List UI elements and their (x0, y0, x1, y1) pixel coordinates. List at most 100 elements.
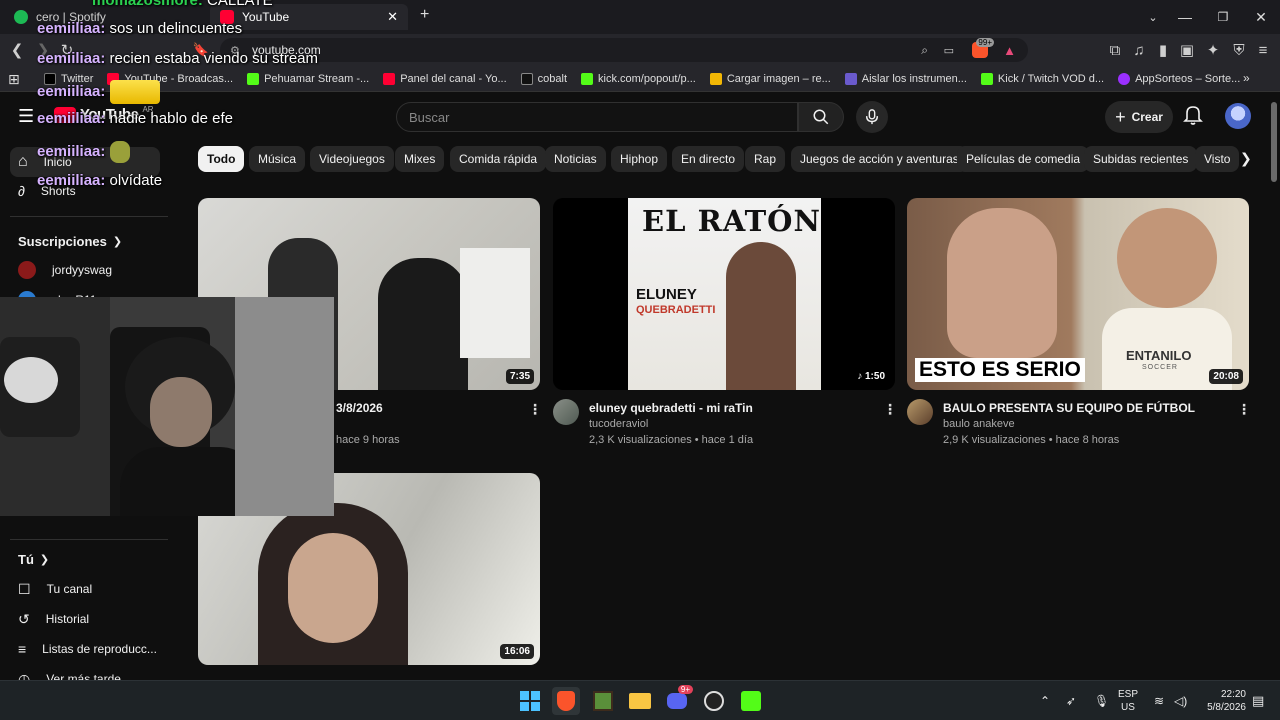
extensions-icon[interactable]: ⧉ (1104, 40, 1126, 60)
apps-grid-icon[interactable]: ⊞ (8, 71, 20, 88)
bookmark-panel-canal[interactable]: Panel del canal - Yo... (383, 72, 507, 85)
chip-2[interactable]: Videojuegos (310, 146, 394, 172)
tray-overflow-icon[interactable]: ⌃ (1040, 681, 1050, 720)
video-channel[interactable]: tucoderaviol (589, 418, 648, 430)
brave-taskbar-icon[interactable] (552, 687, 580, 715)
bookmark-kick-popout[interactable]: kick.com/popout/p... (581, 72, 696, 85)
sidebar-icon[interactable]: ▮ (1152, 40, 1174, 60)
chip-4[interactable]: Comida rápida (450, 146, 547, 172)
video-menu-icon[interactable]: ⋮ (883, 401, 897, 418)
shields-badge: 99+ (976, 38, 994, 47)
minecraft-taskbar-icon[interactable] (589, 687, 617, 715)
kick-taskbar-icon[interactable] (737, 687, 765, 715)
hamburger-menu-icon[interactable]: ☰ (18, 106, 34, 127)
wallet-icon[interactable]: ▣ (1176, 40, 1198, 60)
video-meta: 2,9 K visualizaciones • hace 8 horas (943, 434, 1120, 446)
bookmark-appsorteos[interactable]: AppSorteos – Sorte... (1118, 72, 1240, 85)
bookmark-pehuamar[interactable]: Pehuamar Stream -... (247, 72, 369, 85)
windows-taskbar: 9+ ⌃ ➶ 🎙 ESP US ≋ ◁) 22:20 5/8/2026 ▤ (0, 680, 1280, 720)
tray-app-icon[interactable]: ➶ (1066, 681, 1076, 720)
create-button[interactable]: + Crear (1105, 101, 1173, 133)
bell-icon (1183, 106, 1203, 125)
wifi-icon[interactable]: ≋ (1154, 681, 1164, 720)
chip-7[interactable]: En directo (672, 146, 745, 172)
restore-button[interactable]: ❐ (1204, 0, 1242, 34)
minimize-button[interactable]: — (1166, 0, 1204, 34)
video-menu-icon[interactable]: ⋮ (528, 401, 542, 418)
notification-badge: 9+ (677, 685, 693, 694)
sidebar-subscriptions-header[interactable]: Suscripciones ❯ (18, 234, 122, 249)
volume-icon[interactable]: ◁) (1174, 681, 1187, 720)
video-thumbnail[interactable]: ENTANILO SOCCER ESTO ES SERIO 20:08 (907, 198, 1249, 390)
account-avatar[interactable] (1225, 103, 1251, 129)
thumb-artist: ELUNEY (636, 286, 697, 303)
obs-taskbar-icon[interactable] (700, 687, 728, 715)
more-bookmarks-icon[interactable]: » (1243, 71, 1250, 85)
zoom-search-icon[interactable]: ⌕ (921, 43, 928, 58)
close-window-button[interactable]: ✕ (1242, 0, 1280, 34)
address-bar[interactable]: ⚙ youtube.com ⌕ ▭ 99+ ▲ (220, 38, 1028, 62)
notification-center-icon[interactable]: ▤ (1252, 681, 1264, 720)
chip-11[interactable]: Subidas recientes (1084, 146, 1198, 172)
video-duration: 7:35 (505, 369, 534, 384)
chip-5[interactable]: Noticias (545, 146, 606, 172)
bookmark-cobalt[interactable]: cobalt (520, 72, 567, 85)
trollface-icon (4, 357, 58, 403)
chip-6[interactable]: Hiphop (611, 146, 668, 172)
channel-avatar[interactable] (907, 399, 933, 425)
chip-1[interactable]: Música (249, 146, 306, 172)
video-duration: 16:06 (500, 644, 534, 659)
close-tab-icon[interactable]: ✕ (387, 9, 398, 25)
webcam-face (150, 377, 212, 447)
voice-search-button[interactable] (856, 101, 888, 133)
sidebar-item-your-channel[interactable]: ☐ Tu canal (10, 574, 160, 604)
vpn-icon[interactable]: ⛨ (1228, 40, 1250, 60)
sidebar-item-history[interactable]: ↺ Historial (10, 604, 160, 634)
minecraft-icon (593, 691, 613, 711)
history-icon: ↺ (18, 610, 30, 627)
channel-avatar[interactable] (553, 399, 579, 425)
kick-icon (247, 72, 260, 85)
search-input[interactable]: Buscar (396, 102, 798, 132)
cast-icon[interactable]: ▭ (944, 44, 954, 57)
chips-next-arrow-icon[interactable]: ❯ (1240, 150, 1252, 167)
clock[interactable]: 22:20 5/8/2026 (1200, 681, 1246, 720)
video-channel[interactable]: baulo anakeve (943, 418, 1015, 430)
bookmark-aislar[interactable]: Aislar los instrumen... (844, 72, 967, 85)
windows-start-icon[interactable] (516, 687, 544, 715)
language-indicator[interactable]: ESP US (1118, 681, 1138, 720)
microphone-tray-icon[interactable]: 🎙 (1094, 681, 1109, 720)
discord-taskbar-icon[interactable]: 9+ (663, 685, 693, 715)
chip-12[interactable]: Visto (1195, 146, 1240, 172)
video-thumbnail[interactable]: EL RATÓN ELUNEY QUEBRADETTI ♪ 1:50 (553, 198, 895, 390)
chat-user: eemiiliaa: (37, 110, 106, 127)
notifications-button[interactable] (1183, 104, 1205, 128)
bookmark-kick-twitch-vod[interactable]: Kick / Twitch VOD d... (980, 72, 1104, 85)
chat-emote-pikachu (109, 80, 160, 104)
obs-icon (704, 691, 724, 711)
chip-8[interactable]: Rap (745, 146, 786, 172)
sidebar-you-header[interactable]: Tú ❯ (18, 552, 49, 567)
video-title[interactable]: 3/8/2026 (336, 401, 383, 415)
sidebar-sub-jordyyswag[interactable]: jordyyswag (10, 255, 160, 285)
file-explorer-taskbar-icon[interactable] (626, 687, 654, 715)
chip-0[interactable]: Todo (198, 146, 245, 172)
leo-ai-icon[interactable]: ✦ (1202, 40, 1224, 60)
chip-3[interactable]: Mixes (395, 146, 445, 172)
chip-9[interactable]: Juegos de acción y aventuras (791, 146, 968, 172)
page-scrollbar[interactable] (1268, 92, 1280, 680)
video-duration: 20:08 (1209, 369, 1243, 384)
new-tab-button[interactable]: + (420, 6, 429, 24)
sidebar-item-playlists[interactable]: ≡ Listas de reproducc... (10, 634, 160, 664)
video-menu-icon[interactable]: ⋮ (1237, 401, 1251, 418)
brave-rewards-icon[interactable]: ▲ (1003, 43, 1016, 58)
video-title[interactable]: BAULO PRESENTA SU EQUIPO DE FÚTBOL (943, 401, 1195, 415)
music-icon[interactable]: ♫ (1128, 40, 1150, 60)
scrollbar-thumb[interactable] (1271, 102, 1277, 182)
bookmark-cargar-imagen[interactable]: Cargar imagen – re... (709, 72, 831, 85)
menu-icon[interactable]: ≡ (1252, 40, 1274, 60)
chip-10[interactable]: Películas de comedia (957, 146, 1090, 172)
video-title[interactable]: eluney quebradetti - mi raTin (589, 401, 753, 415)
search-button[interactable] (798, 102, 844, 132)
back-button[interactable]: ❮ (6, 40, 28, 60)
